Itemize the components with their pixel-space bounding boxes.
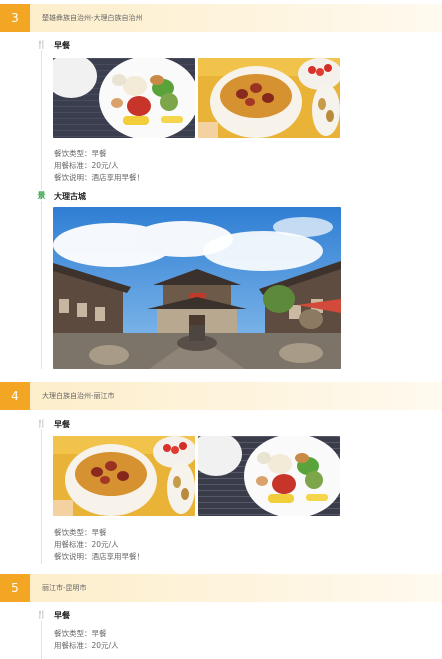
meal-title: 早餐: [54, 41, 70, 50]
meal-note-text: 餐饮说明：酒店享用早餐！: [54, 552, 144, 561]
timeline-line: [41, 44, 42, 369]
meal-price-text: 用餐标准：20元/人: [54, 161, 119, 170]
meal-title: 早餐: [54, 611, 70, 620]
utensils-icon: 🍴: [36, 39, 47, 50]
utensils-icon: 🍴: [36, 609, 47, 620]
meal-note-text: 餐饮说明：酒店享用早餐！: [54, 173, 144, 182]
breakfast-photo: [53, 58, 195, 138]
meal-type-text: 餐饮类型：早餐: [54, 528, 107, 537]
day-5-header: 5 丽江市-昆明市: [0, 574, 442, 602]
day-number-badge: 3: [0, 4, 37, 32]
breakfast-photo: [53, 436, 195, 516]
day-3-header: 3 楚雄彝族自治州-大理白族自治州: [0, 4, 442, 32]
meal-title: 早餐: [54, 420, 70, 429]
sight-title: 大理古城: [54, 192, 86, 201]
timeline-line: [41, 422, 42, 564]
scenic-photo: [53, 207, 341, 369]
utensils-icon: 🍴: [36, 418, 47, 429]
day-number-badge: 4: [0, 382, 37, 410]
breakfast-photo: [198, 58, 340, 138]
day-route-text: 楚雄彝族自治州-大理白族自治州: [30, 4, 442, 32]
meal-price-text: 用餐标准：20元/人: [54, 540, 119, 549]
breakfast-photo: [198, 436, 340, 516]
meal-type-text: 餐饮类型：早餐: [54, 629, 107, 638]
scenic-spot-icon: 景: [36, 190, 47, 201]
meal-type-text: 餐饮类型：早餐: [54, 149, 107, 158]
day-route-text: 丽江市-昆明市: [30, 574, 442, 602]
day-number-badge: 5: [0, 574, 37, 602]
day-route-text: 大理白族自治州-丽江市: [30, 382, 442, 410]
meal-price-text: 用餐标准：20元/人: [54, 641, 119, 650]
day-4-header: 4 大理白族自治州-丽江市: [0, 382, 442, 410]
